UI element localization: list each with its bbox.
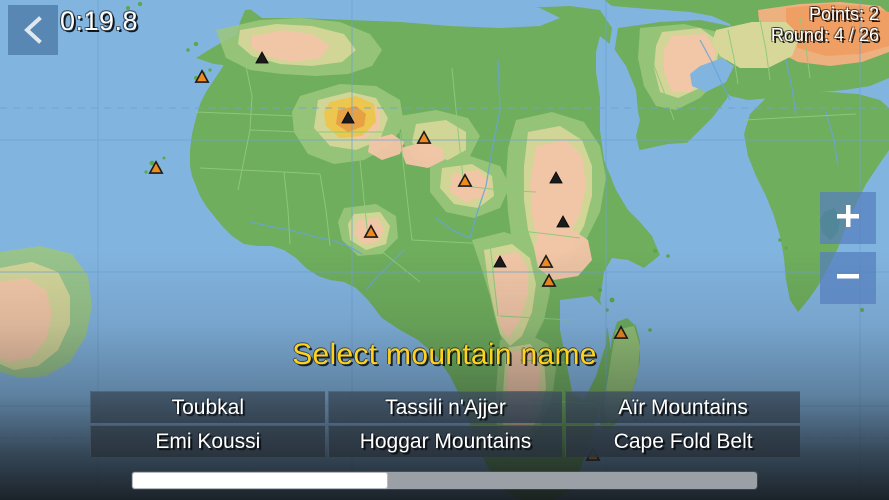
prompt-text: Select mountain name <box>292 338 597 371</box>
answer-options: Toubkal Tassili n'Ajjer Aïr Mountains Em… <box>90 391 800 457</box>
plus-icon <box>833 201 863 236</box>
score-panel: Points: 2 Round: 4 / 26 <box>771 4 879 46</box>
answer-option-4[interactable]: Hoggar Mountains <box>327 425 563 457</box>
answer-option-1[interactable]: Tassili n'Ajjer <box>327 391 563 423</box>
minus-icon <box>833 261 863 296</box>
timer-display: 0:19.8 <box>60 6 139 36</box>
progress-bar-fill <box>132 472 389 489</box>
answer-option-0[interactable]: Toubkal <box>90 391 325 423</box>
back-button[interactable] <box>8 5 58 55</box>
round-label: Round: 4 / 26 <box>770 25 879 46</box>
zoom-out-button[interactable] <box>820 252 876 304</box>
game-screen: 0:19.8 Points: 2 Round: 4 / 26 Select mo… <box>0 0 889 500</box>
answer-option-2[interactable]: Aïr Mountains <box>565 391 800 423</box>
chevron-left-icon <box>21 15 45 45</box>
zoom-in-button[interactable] <box>820 192 876 244</box>
answer-option-3[interactable]: Emi Koussi <box>90 425 325 457</box>
answer-option-5[interactable]: Cape Fold Belt <box>565 425 800 457</box>
points-label: Points: 2 <box>808 4 879 24</box>
progress-bar-track[interactable] <box>132 472 757 489</box>
